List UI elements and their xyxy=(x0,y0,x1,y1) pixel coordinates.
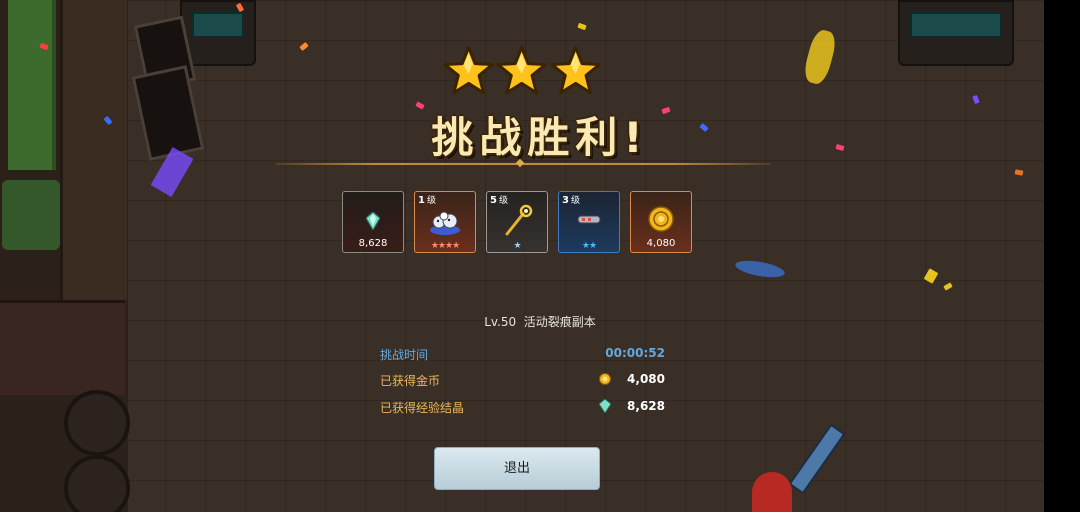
reward-quantity: 8,628 xyxy=(358,238,388,249)
console-machine xyxy=(898,0,1014,66)
creature-icon xyxy=(430,211,460,235)
time-value: 00:00:52 xyxy=(605,346,665,360)
gold-value: 4,080 xyxy=(627,372,665,386)
crystal-icon xyxy=(366,212,380,230)
screen-edge xyxy=(1044,0,1080,512)
exp-label: 已获得经验结晶 xyxy=(380,401,465,415)
time-label: 挑战时间 xyxy=(380,348,429,362)
reward-level: 1级 xyxy=(418,195,436,206)
stat-row-time: 挑战时间 00:00:52 xyxy=(380,346,665,364)
reward-level: 3级 xyxy=(562,195,580,206)
reward-rarity-stars: ★★ xyxy=(581,241,597,251)
gold-label: 已获得金币 xyxy=(380,374,441,388)
victory-title: 挑战胜利! xyxy=(431,113,649,162)
reward-slot-blaster[interactable]: 3级 ★★ xyxy=(558,191,620,253)
star-icon xyxy=(496,45,548,95)
hero-character xyxy=(752,472,792,512)
stage-name: Lv.50 活动裂痕副本 xyxy=(484,315,596,329)
exp-value: 8,628 xyxy=(627,399,665,413)
exit-button[interactable]: 退出 xyxy=(434,447,600,490)
reward-quantity: 4,080 xyxy=(646,238,676,249)
gold-coin-icon xyxy=(599,373,611,385)
reward-slot-staff[interactable]: 5级 ★ xyxy=(486,191,548,253)
blaster-icon xyxy=(577,215,601,224)
stat-row-exp: 已获得经验结晶 8,628 xyxy=(380,399,665,417)
reward-list: 8,628 1级 ★★★★ 5级 ★ 3级 ★★ 4,080 xyxy=(342,191,692,253)
reward-slot-crystal[interactable]: 8,628 xyxy=(342,191,404,253)
reward-slot-gold[interactable]: 4,080 xyxy=(630,191,692,253)
gold-coin-icon xyxy=(648,206,674,232)
barrel xyxy=(64,390,130,456)
golden-staff-icon xyxy=(505,204,533,236)
star-icon xyxy=(550,45,601,95)
bush xyxy=(2,180,60,250)
stat-row-gold: 已获得金币 4,080 xyxy=(380,372,665,390)
reward-rarity-stars: ★★★★ xyxy=(430,241,460,251)
reward-slot-creature[interactable]: 1级 ★★★★ xyxy=(414,191,476,253)
crystal-icon xyxy=(599,399,611,413)
reward-rarity-stars: ★ xyxy=(513,241,521,251)
victory-stars xyxy=(442,44,602,100)
barrel xyxy=(64,455,130,512)
star-icon xyxy=(443,45,494,95)
